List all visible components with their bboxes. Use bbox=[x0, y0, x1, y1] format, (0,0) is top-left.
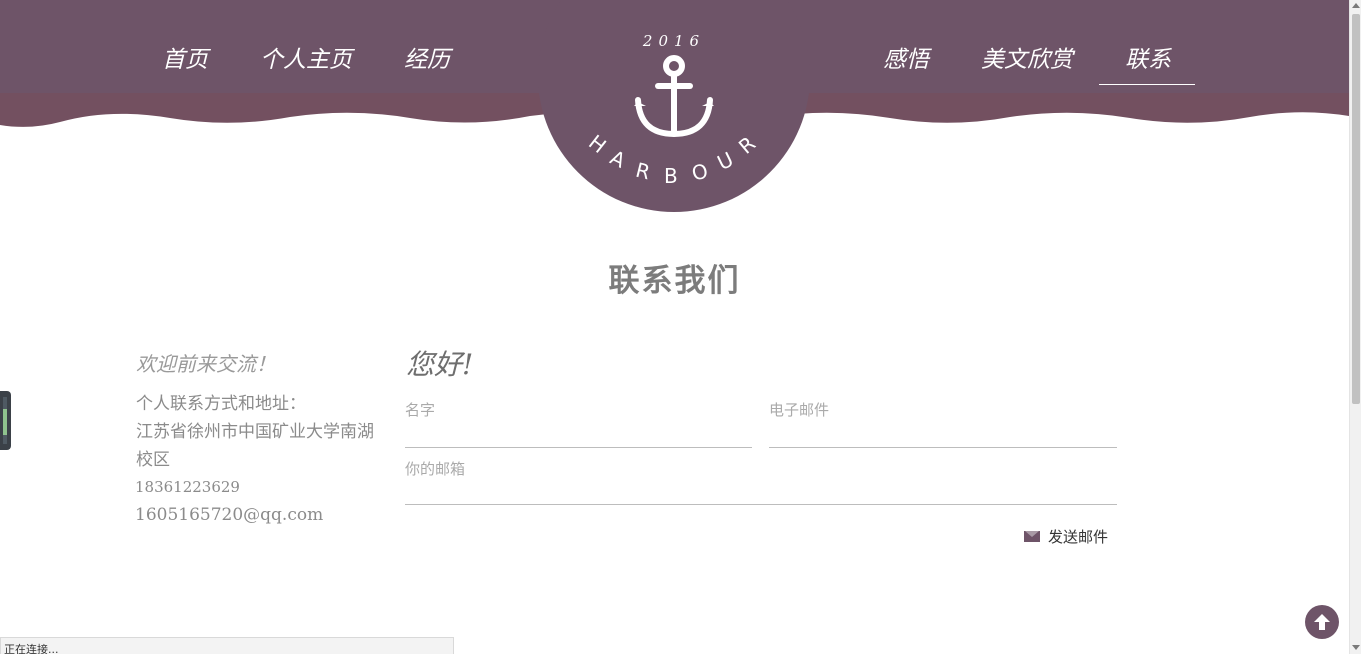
nav-item-insights[interactable]: 感悟 bbox=[883, 40, 929, 74]
logo-letter: U bbox=[713, 147, 738, 175]
side-widget[interactable] bbox=[0, 391, 11, 450]
send-mail-label: 发送邮件 bbox=[1048, 528, 1109, 546]
contact-email: 1605165720@qq.com bbox=[135, 505, 324, 525]
browser-status-bar: 正在连接... bbox=[0, 637, 454, 654]
send-mail-button[interactable]: 发送邮件 bbox=[1024, 526, 1108, 547]
logo-letter: A bbox=[606, 145, 630, 173]
scroll-up-arrow-icon[interactable] bbox=[1352, 3, 1360, 8]
nav-left: 首页 个人主页 经历 bbox=[162, 40, 450, 74]
page-title: 联系我们 bbox=[608, 263, 741, 299]
logo-letter: B bbox=[664, 164, 678, 188]
contact-phone: 18361223629 bbox=[135, 478, 240, 496]
nav-item-essays[interactable]: 美文欣赏 bbox=[981, 40, 1073, 74]
nav-right: 感悟 美文欣赏 联系 bbox=[883, 40, 1195, 85]
name-input[interactable] bbox=[405, 400, 752, 448]
harbour-logo[interactable]: 2016 H A R B O U R bbox=[538, 0, 810, 212]
contact-address: 江苏省徐州市中国矿业大学南湖校区 bbox=[136, 422, 374, 470]
scroll-down-arrow-icon[interactable] bbox=[1352, 645, 1360, 650]
scrollbar-thumb[interactable] bbox=[1352, 14, 1360, 404]
contact-info: 个人联系方式和地址： 江苏省徐州市中国矿业大学南湖校区 bbox=[136, 390, 376, 474]
welcome-text: 欢迎前来交流！ bbox=[136, 352, 276, 376]
nav-item-home[interactable]: 首页 bbox=[162, 40, 208, 74]
logo-name: H A R B O U R bbox=[538, 0, 810, 212]
logo-letter: R bbox=[733, 131, 760, 159]
logo-letter: R bbox=[633, 157, 653, 185]
email-input[interactable] bbox=[769, 400, 1117, 448]
envelope-icon bbox=[1024, 531, 1040, 542]
back-to-top-button[interactable] bbox=[1305, 605, 1339, 639]
arrow-up-icon bbox=[1314, 614, 1330, 630]
logo-letter: O bbox=[689, 158, 711, 186]
nav-item-contact[interactable]: 联系 bbox=[1099, 40, 1195, 85]
contact-label: 个人联系方式和地址： bbox=[136, 394, 306, 414]
message-textarea[interactable] bbox=[405, 452, 1117, 505]
logo-letter: H bbox=[584, 129, 611, 159]
vertical-scrollbar[interactable] bbox=[1349, 0, 1361, 654]
nav-item-experience[interactable]: 经历 bbox=[404, 40, 450, 74]
form-greeting: 您好! bbox=[406, 348, 474, 381]
nav-item-profile[interactable]: 个人主页 bbox=[260, 40, 352, 74]
